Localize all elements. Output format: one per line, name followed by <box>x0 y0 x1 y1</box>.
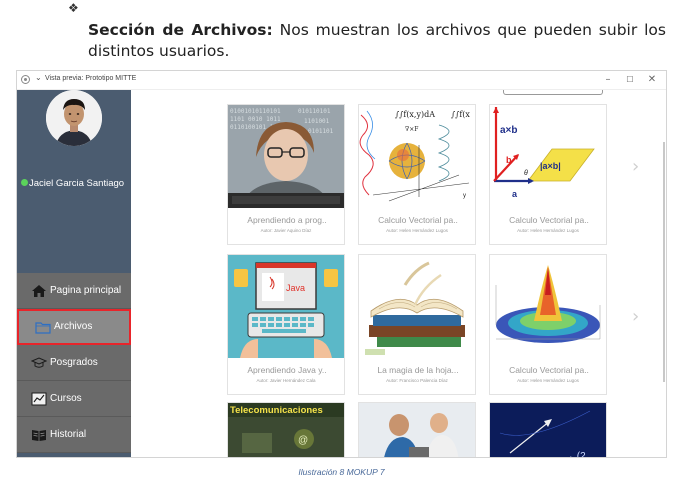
file-author: Autor: Helen Hernández Lugos <box>517 228 579 233</box>
sidebar-item-posgrados[interactable]: Posgrados <box>17 345 131 381</box>
file-author: Autor: Javier Hernández Cala <box>256 378 316 383</box>
figure-caption: Ilustración 8 MOKUP 7 <box>298 467 385 477</box>
sidebar: Jaciel Garcia Santiago Pagina principal … <box>17 90 131 457</box>
file-card[interactable]: ∫∫f(x,y)dA ∫∫f(x ∇×F y Calculo Vectorial… <box>358 104 476 245</box>
book-icon <box>31 428 47 442</box>
svg-text:1101001: 1101001 <box>304 118 330 125</box>
file-title: Calculo Vectorial pa.. <box>509 215 589 225</box>
file-card[interactable]: a×b b θ |a×b| a Calculo Vectorial pa.. A… <box>489 104 607 245</box>
svg-text:0101101: 0101101 <box>308 128 334 135</box>
file-thumbnail <box>359 403 475 457</box>
bullet-glyph: ❖ <box>68 1 79 15</box>
svg-text:→ (2: → (2 <box>564 451 586 458</box>
file-card[interactable]: Calculo Vectorial pa.. Autor: Helen Hern… <box>489 254 607 395</box>
close-button[interactable]: ✕ <box>641 72 663 88</box>
theta-label: θ <box>524 170 528 177</box>
file-card[interactable]: → (2 <box>489 402 607 458</box>
telecom-label: Telecomunicaciones <box>230 405 323 416</box>
file-author: Autor: Francisco Palencia Díaz <box>386 378 448 383</box>
file-thumbnail <box>490 255 606 358</box>
file-card[interactable]: La magia de la hoja... Autor: Francisco … <box>358 254 476 395</box>
sidebar-nav: Pagina principal Archivos Posgrados Curs… <box>17 273 131 453</box>
sidebar-item-label: Historial <box>50 429 87 440</box>
maximize-button[interactable]: ☐ <box>619 72 641 88</box>
file-thumbnail: → (2 <box>490 403 606 458</box>
file-card[interactable] <box>358 402 476 457</box>
java-label: Java <box>286 283 305 293</box>
abs-axb-label: |a×b| <box>540 161 561 171</box>
graduation-cap-icon <box>30 356 48 370</box>
file-title: Aprendiendo Java y.. <box>247 365 327 375</box>
search-box[interactable] <box>503 90 603 95</box>
files-grid: 01001010110101 1101 0010 1011 0110100101 … <box>131 90 666 458</box>
file-card[interactable]: Telecomunicaciones @ <box>227 402 345 457</box>
user-name: Jaciel Garcia Santiago <box>21 178 124 189</box>
sidebar-item-label: Archivos <box>54 321 93 332</box>
chart-icon <box>31 392 47 406</box>
b-label: b <box>506 155 512 165</box>
file-title: Calculo Vectorial pa.. <box>509 365 589 375</box>
folder-icon <box>35 320 51 334</box>
file-thumbnail: a×b b θ |a×b| a <box>490 105 606 208</box>
sidebar-item-label: Pagina principal <box>50 285 122 296</box>
title-bar: ⌄ Vista previa: Prototipo MITTE – ☐ ✕ <box>17 71 666 90</box>
file-thumbnail: Java <box>228 255 344 358</box>
file-card[interactable]: 01001010110101 1101 0010 1011 0110100101 … <box>227 104 345 245</box>
sidebar-item-label: Posgrados <box>50 357 98 368</box>
home-icon <box>31 284 47 298</box>
file-title: La magia de la hoja... <box>377 365 459 375</box>
integral-text: ∫∫f(x,y)dA <box>395 110 435 119</box>
app-window: ⌄ Vista previa: Prototipo MITTE – ☐ ✕ Ja… <box>16 70 667 458</box>
svg-text:010110101: 010110101 <box>298 108 331 115</box>
file-author: Autor: Helen Hernández Lugos <box>517 378 579 383</box>
minimize-button[interactable]: – <box>597 72 619 88</box>
axb-label: a×b <box>500 125 518 136</box>
avatar[interactable] <box>46 90 102 146</box>
sidebar-item-label: Cursos <box>50 393 82 404</box>
sidebar-item-historial[interactable]: Historial <box>17 417 131 453</box>
svg-text:@: @ <box>298 435 308 446</box>
file-title: Calculo Vectorial pa.. <box>378 215 458 225</box>
file-thumbnail <box>359 255 475 358</box>
svg-text:01001010110101: 01001010110101 <box>230 108 281 115</box>
app-icon <box>21 75 30 84</box>
file-thumbnail: Telecomunicaciones @ <box>228 403 344 457</box>
integral-text-2: ∫∫f(x <box>451 110 470 119</box>
document-paragraph: Sección de Archivos: Nos muestran los ar… <box>88 20 666 62</box>
file-title: Aprendiendo a prog.. <box>247 215 327 225</box>
next-row-2-arrow[interactable]: › <box>632 306 639 327</box>
scrollbar-thumb[interactable] <box>663 142 665 382</box>
file-author: Autor: Helen Hernández Lugos <box>386 228 448 233</box>
svg-text:1101 0010 1011: 1101 0010 1011 <box>230 116 281 123</box>
online-status-dot <box>21 179 28 186</box>
svg-text:y: y <box>463 193 466 199</box>
file-author: Autor: Javier Aquino Díaz <box>260 228 312 233</box>
file-card[interactable]: Java Aprendiendo Java y.. Autor: Javier … <box>227 254 345 395</box>
next-row-1-arrow[interactable]: › <box>632 156 639 177</box>
curl-text: ∇×F <box>405 126 418 133</box>
user-name-label: Jaciel Garcia Santiago <box>29 178 125 189</box>
chevron-down-icon[interactable]: ⌄ <box>35 73 42 82</box>
file-thumbnail: ∫∫f(x,y)dA ∫∫f(x ∇×F y <box>359 105 475 208</box>
file-thumbnail: 01001010110101 1101 0010 1011 0110100101 … <box>228 105 344 208</box>
section-heading: Sección de Archivos: <box>88 21 273 39</box>
sidebar-item-cursos[interactable]: Cursos <box>17 381 131 417</box>
sidebar-item-pagina-principal[interactable]: Pagina principal <box>17 273 131 309</box>
sidebar-item-archivos[interactable]: Archivos <box>17 309 131 345</box>
window-title: Vista previa: Prototipo MITTE <box>45 75 137 82</box>
